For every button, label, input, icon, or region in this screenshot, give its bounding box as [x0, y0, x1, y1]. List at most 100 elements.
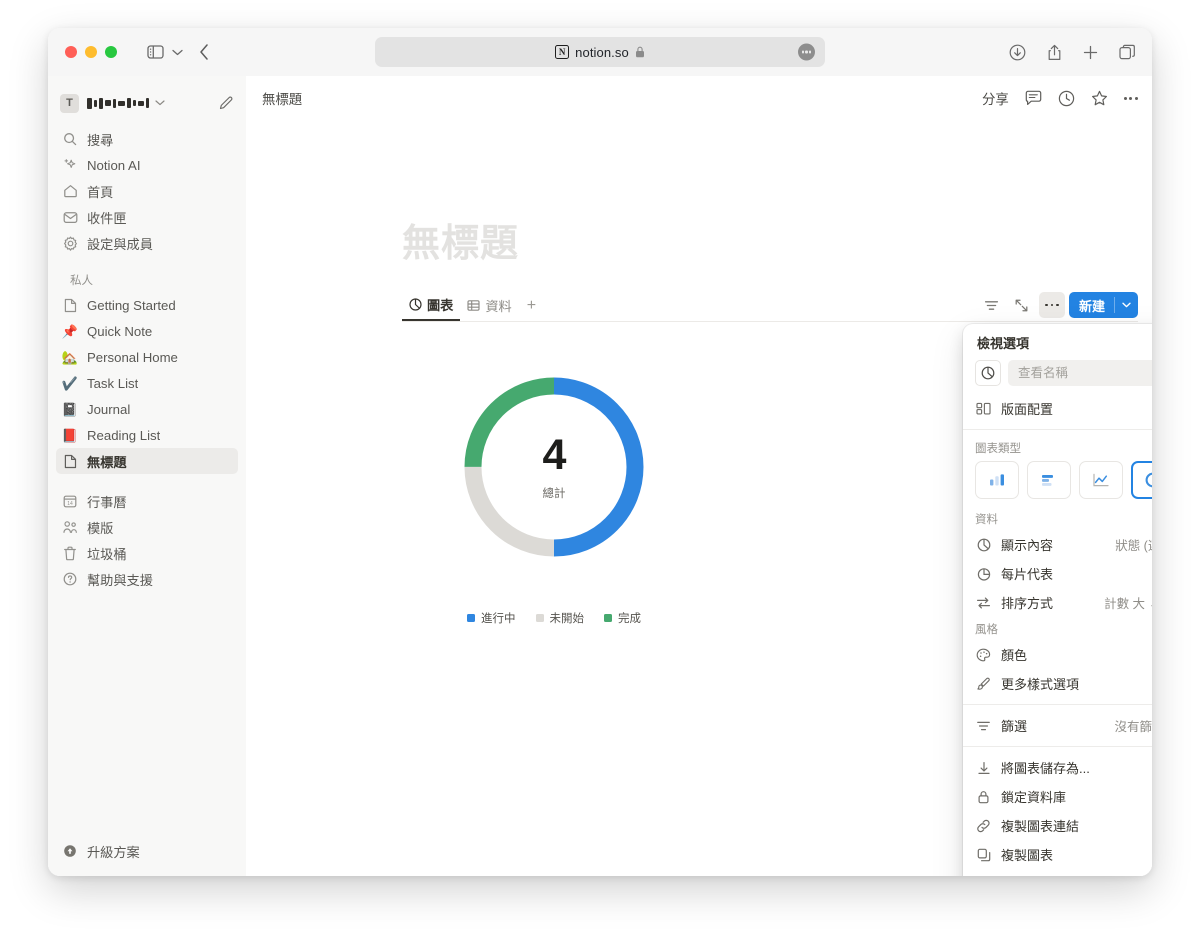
ellipsis-icon[interactable] [1124, 97, 1138, 100]
new-page-icon[interactable] [218, 95, 234, 111]
legend-item[interactable]: 完成 [604, 610, 641, 626]
screenshot-root: N notion.so [0, 0, 1200, 938]
sidebar-item-label: Getting Started [87, 298, 176, 313]
panel-row-label: 更多樣式選項 [1001, 674, 1079, 693]
legend-item[interactable]: 進行中 [467, 610, 516, 626]
tab-data[interactable]: 資料 [460, 290, 518, 321]
star-icon[interactable] [1091, 90, 1108, 107]
sort-icon [975, 596, 992, 610]
sidebar-item-help[interactable]: 幫助與支援 [56, 566, 238, 592]
expand-icon[interactable] [1009, 292, 1035, 318]
download-icon[interactable] [1009, 44, 1026, 61]
panel-row-copy-chart-link[interactable]: 複製圖表連結 [963, 811, 1152, 840]
horizontal-bar-chart-icon[interactable] [1027, 461, 1071, 499]
panel-row-slice-value[interactable]: 每片代表 計數 [963, 559, 1152, 588]
workspace-switcher[interactable]: T [56, 88, 238, 118]
clock-icon[interactable] [1058, 90, 1075, 107]
panel-divider [963, 429, 1152, 430]
chevron-down-icon[interactable] [155, 100, 165, 106]
panel-divider [963, 746, 1152, 747]
sidebar-item-label: 設定與成員 [87, 234, 153, 253]
sidebar-item-home[interactable]: 首頁 [56, 178, 238, 204]
panel-row-duplicate-chart[interactable]: 複製圖表 [963, 840, 1152, 869]
workspace-name-redacted [87, 98, 149, 109]
donut-chart[interactable]: 4 總計 進行中 未開始 [246, 376, 862, 626]
plus-icon[interactable] [1083, 45, 1098, 60]
back-arrow-icon[interactable] [199, 44, 209, 60]
panel-row-lock-database[interactable]: 鎖定資料庫 [963, 782, 1152, 811]
brush-icon [975, 677, 992, 691]
panel-header: 檢視選項 [963, 324, 1152, 360]
sidebar-item-getting-started[interactable]: Getting Started [56, 292, 238, 318]
sidebar-item-inbox[interactable]: 收件匣 [56, 204, 238, 230]
sidebar-item-search[interactable]: 搜尋 [56, 126, 238, 152]
tab-chart[interactable]: 圖表 [402, 290, 460, 321]
sidebar-item-trash[interactable]: 垃圾桶 [56, 540, 238, 566]
search-icon [62, 131, 78, 147]
line-chart-icon[interactable] [1079, 461, 1123, 499]
page-title[interactable]: 無標題 [402, 212, 1152, 267]
view-name-input[interactable] [1008, 360, 1152, 386]
legend-label: 進行中 [481, 610, 516, 626]
donut-chart-icon[interactable] [1131, 461, 1152, 499]
panel-row-sort[interactable]: 排序方式 計數 大 → 小 [963, 588, 1152, 617]
sidebar-item-calendar[interactable]: 14 行事曆 [56, 488, 238, 514]
donut-ring: 4 總計 [463, 376, 645, 558]
sidebar-item-label: Notion AI [87, 158, 141, 173]
panel-row-label: 版面配置 [1001, 399, 1053, 418]
notebook-emoji-icon: 📓 [62, 401, 78, 417]
upgrade-plan-button[interactable]: 升級方案 [56, 838, 238, 864]
sidebar-item-journal[interactable]: 📓 Journal [56, 396, 238, 422]
sidebar-item-reading-list[interactable]: 📕 Reading List [56, 422, 238, 448]
tab-label: 圖表 [427, 295, 453, 314]
sidebar-item-label: Journal [87, 402, 130, 417]
panel-row-delete-chart[interactable]: 刪除圖表 [963, 869, 1152, 876]
page-icon [62, 453, 78, 469]
panel-row-filter[interactable]: 篩選 沒有篩選器 [963, 711, 1152, 740]
comment-icon[interactable] [1025, 90, 1042, 106]
sidebar-item-templates[interactable]: 模版 [56, 514, 238, 540]
panel-row-show-content[interactable]: 顯示內容 狀態 (選項) [963, 530, 1152, 559]
panel-row-more-style-options[interactable]: 更多樣式選項 [963, 669, 1152, 698]
sidebar-item-task-list[interactable]: ✔️ Task List [56, 370, 238, 396]
palette-icon [975, 648, 992, 662]
share-icon[interactable] [1047, 44, 1062, 61]
section-label-chart-type: 圖表類型 [963, 436, 1152, 459]
sidebar-item-label: Task List [87, 376, 138, 391]
sidebar-nav-top: 搜尋 Notion AI [48, 126, 246, 592]
sidebar-item-quick-note[interactable]: 📌 Quick Note [56, 318, 238, 344]
close-window-button[interactable] [65, 46, 77, 58]
pie-chart-icon[interactable] [975, 360, 1001, 386]
address-bar[interactable]: N notion.so [375, 37, 825, 67]
filter-icon[interactable] [979, 292, 1005, 318]
maximize-window-button[interactable] [105, 46, 117, 58]
legend-item[interactable]: 未開始 [536, 610, 585, 626]
panel-row-color[interactable]: 顏色 自動 [963, 640, 1152, 669]
bar-chart-icon[interactable] [975, 461, 1019, 499]
tab-overview-icon[interactable] [1119, 44, 1136, 60]
breadcrumb[interactable]: 無標題 [262, 88, 302, 108]
share-button[interactable]: 分享 [982, 88, 1009, 108]
panel-row-layout[interactable]: 版面配置 圖表 [963, 394, 1152, 423]
minimize-window-button[interactable] [85, 46, 97, 58]
donut-total-value: 4 [543, 434, 566, 477]
sidebar-item-notion-ai[interactable]: Notion AI [56, 152, 238, 178]
sidebar-item-settings[interactable]: 設定與成員 [56, 230, 238, 256]
chevron-down-icon[interactable] [172, 49, 183, 56]
house-emoji-icon: 🏡 [62, 349, 78, 365]
sidebar-item-label: Personal Home [87, 350, 178, 365]
home-icon [62, 183, 78, 199]
page-menu-ellipsis-icon[interactable] [798, 44, 815, 61]
view-tabs: 圖表 資料 + [402, 289, 1138, 322]
panel-row-save-chart-as[interactable]: 將圖表儲存為... [963, 753, 1152, 782]
pie-chart-icon [409, 298, 422, 311]
sidebar-toggle-icon[interactable] [147, 45, 164, 59]
sidebar-item-untitled[interactable]: 無標題 [56, 448, 238, 474]
legend-label: 未開始 [550, 610, 585, 626]
new-button[interactable]: 新建 [1069, 292, 1138, 318]
view-options-ellipsis-icon[interactable] [1039, 292, 1065, 318]
sidebar-item-personal-home[interactable]: 🏡 Personal Home [56, 344, 238, 370]
add-view-button[interactable]: + [519, 290, 544, 321]
chevron-down-icon[interactable] [1115, 302, 1138, 308]
sidebar-item-label: 幫助與支援 [87, 570, 153, 589]
